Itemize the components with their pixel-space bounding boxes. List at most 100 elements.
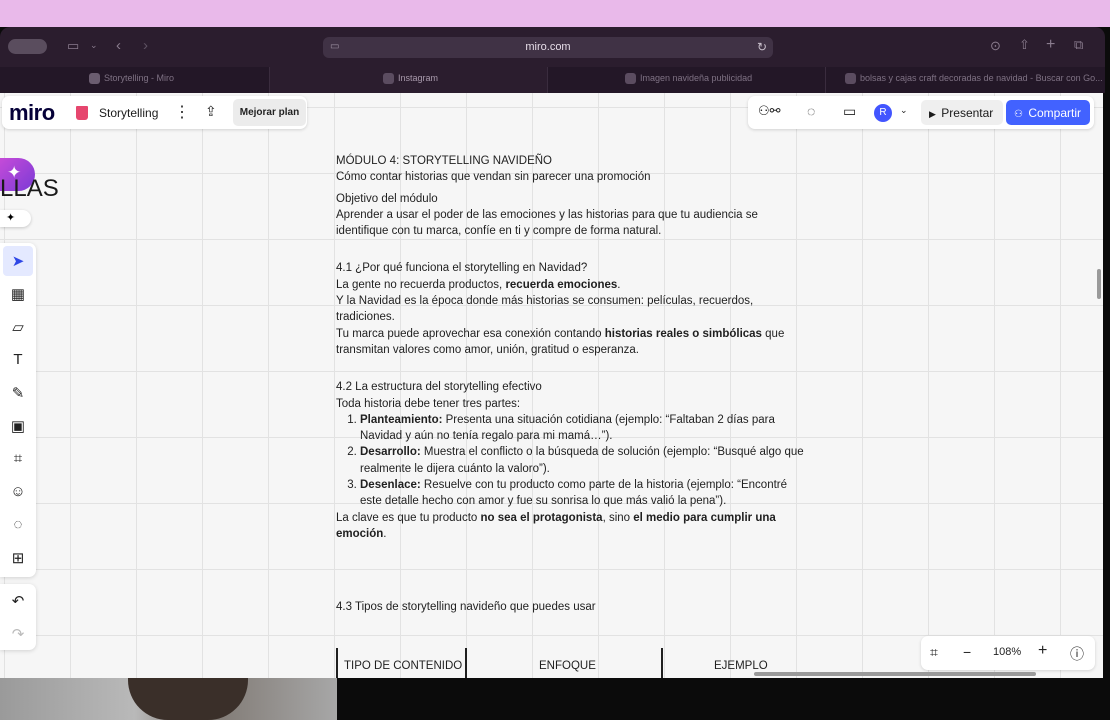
- upgrade-button[interactable]: Mejorar plan: [233, 99, 306, 126]
- objective-text: Aprender a usar el poder de las emocione…: [336, 208, 758, 221]
- board-name[interactable]: Storytelling: [99, 106, 158, 120]
- tab-storytelling[interactable]: Storytelling - Miro: [0, 67, 270, 93]
- back-icon[interactable]: ‹: [116, 37, 121, 54]
- image-favicon: [625, 73, 636, 84]
- google-favicon: [845, 73, 856, 84]
- add-icon[interactable]: ⊞: [0, 543, 36, 573]
- module-subtitle: Cómo contar historias que vendan sin par…: [336, 171, 651, 184]
- sparkle-icon: ✦: [6, 212, 16, 224]
- tab-overview-icon[interactable]: ⧉: [1074, 37, 1083, 53]
- list-item: Desarrollo: Muestra el conflicto o la bú…: [360, 444, 836, 477]
- table-border: [336, 648, 338, 678]
- tab-title: Imagen navideña publicidad: [640, 73, 753, 83]
- help-icon[interactable]: ⓘ: [1070, 644, 1084, 664]
- tab-imagen[interactable]: Imagen navideña publicidad: [548, 67, 826, 93]
- tab-google[interactable]: bolsas y cajas craft decoradas de navida…: [826, 67, 1105, 93]
- module-title: MÓDULO 4: STORYTELLING NAVIDEÑO: [336, 155, 552, 167]
- avatar[interactable]: R: [874, 104, 892, 122]
- table-header: TIPO DE CONTENIDO: [344, 660, 463, 672]
- objective-heading: Objetivo del módulo: [336, 192, 438, 205]
- paragraph: tradiciones.: [336, 311, 395, 324]
- person-head: [128, 678, 248, 720]
- miro-favicon: [89, 73, 100, 84]
- chevron-down-icon[interactable]: ⌄: [90, 40, 98, 51]
- share-icon[interactable]: ⇧: [1019, 37, 1030, 53]
- paragraph: Y la Navidad es la época donde más histo…: [336, 295, 754, 308]
- select-icon[interactable]: ➤: [3, 246, 33, 276]
- section-heading: 4.1 ¿Por qué funciona el storytelling en…: [336, 262, 588, 275]
- fit-icon[interactable]: ⌗: [930, 644, 938, 661]
- paragraph: Toda historia debe tener tres partes:: [336, 397, 521, 410]
- zoom-controls: ⌗ − 108% + ⓘ: [921, 636, 1095, 670]
- present-button[interactable]: ▶ Presentar: [921, 100, 1003, 125]
- zoom-out-icon[interactable]: −: [963, 644, 971, 660]
- text-icon[interactable]: T: [0, 345, 36, 375]
- redo-icon[interactable]: ↷: [0, 619, 36, 649]
- video-icon[interactable]: ▭: [843, 103, 856, 120]
- browser-toolbar: ▭ ⌄ ‹ › ▭ miro.com ↻ ⊙ ⇧ + ⧉ Storytellin…: [0, 27, 1105, 93]
- reactions-icon[interactable]: ⚇⚯: [758, 103, 781, 119]
- download-icon[interactable]: ⊙: [990, 38, 1001, 54]
- profile-pill[interactable]: [8, 39, 47, 54]
- list-item: Desenlace: Resuelve con tu producto como…: [360, 477, 836, 510]
- list-item: Planteamiento: Presenta una situación co…: [360, 412, 836, 445]
- crop-icon[interactable]: ⌗: [0, 444, 36, 474]
- present-label: Presentar: [941, 106, 994, 120]
- pen-icon[interactable]: ✎: [0, 378, 36, 408]
- share-button[interactable]: ⚇ Compartir: [1006, 100, 1090, 125]
- table-header: EJEMPLO: [714, 660, 768, 672]
- tab-title: bolsas y cajas craft decoradas de navida…: [860, 73, 1103, 83]
- share-label: Compartir: [1028, 106, 1081, 120]
- macos-menubar: [0, 0, 1110, 27]
- export-icon[interactable]: ⇪: [205, 103, 217, 120]
- sticker-icon[interactable]: ☺: [0, 477, 36, 507]
- users-icon: ⚇: [1014, 109, 1023, 120]
- chat-icon[interactable]: ◌: [807, 103, 815, 119]
- document-frame[interactable]: MÓDULO 4: STORYTELLING NAVIDEÑO Cómo con…: [336, 153, 836, 616]
- tab-title: Storytelling - Miro: [104, 73, 175, 83]
- table-border: [661, 648, 663, 678]
- paragraph: La gente no recuerda productos, recuerda…: [336, 278, 621, 291]
- section-heading: 4.3 Tipos de storytelling navideño que p…: [336, 601, 596, 614]
- more-menu-icon[interactable]: ⋮: [174, 102, 190, 122]
- zoom-level[interactable]: 108%: [993, 646, 1021, 658]
- history-toolbar: ↶ ↷: [0, 584, 36, 650]
- forward-icon[interactable]: ›: [143, 37, 148, 54]
- shapes-icon[interactable]: ▣: [0, 411, 36, 441]
- sticky-note-icon[interactable]: ▱: [0, 312, 36, 342]
- paragraph: emoción.: [336, 527, 387, 540]
- collab-toolbar: ⚇⚯ ◌ ▭ R ⌄ ▶ Presentar ⚇ Compartir: [748, 96, 1094, 129]
- url-text: miro.com: [525, 41, 571, 53]
- section-heading: 4.2 La estructura del storytelling efect…: [336, 381, 542, 394]
- paragraph: Tu marca puede aprovechar esa conexión c…: [336, 327, 785, 340]
- tab-bar: Storytelling - Miro Instagram Imagen nav…: [0, 67, 1105, 93]
- creation-toolbar: ➤ ▦ ▱ T ✎ ▣ ⌗ ☺ ◌ ⊞: [0, 243, 36, 577]
- play-icon: ▶: [929, 109, 936, 119]
- objective-text: identifique con tu marca, confíe en ti y…: [336, 225, 662, 238]
- instagram-favicon: [383, 73, 394, 84]
- horizontal-scrollbar[interactable]: [754, 672, 1036, 676]
- new-tab-icon[interactable]: +: [1046, 36, 1055, 54]
- reload-icon[interactable]: ↻: [757, 40, 767, 54]
- table-border: [465, 648, 467, 678]
- miro-canvas[interactable]: miro Storytelling ⋮ ⇪ Mejorar plan ⚇⚯ ◌ …: [0, 93, 1103, 678]
- tab-instagram[interactable]: Instagram: [270, 67, 548, 93]
- frame-title: LLAS: [0, 175, 59, 202]
- sidebar-icon[interactable]: ▭: [67, 38, 79, 54]
- chevron-down-icon[interactable]: ⌄: [900, 105, 908, 116]
- miro-logo[interactable]: miro: [9, 100, 55, 126]
- vertical-scrollbar[interactable]: [1097, 269, 1101, 299]
- window-edge: [1103, 93, 1110, 678]
- comment-icon[interactable]: ◌: [0, 510, 36, 540]
- board-icon: [76, 106, 88, 120]
- undo-icon[interactable]: ↶: [0, 586, 36, 616]
- ai-toggle[interactable]: ✦: [0, 210, 31, 227]
- webcam-overlay: [0, 678, 337, 720]
- address-bar[interactable]: ▭ miro.com ↻: [323, 37, 773, 58]
- board-header: miro Storytelling ⋮ ⇪ Mejorar plan: [2, 96, 307, 129]
- frame-template-icon[interactable]: ▦: [0, 279, 36, 309]
- zoom-in-icon[interactable]: +: [1038, 642, 1047, 660]
- table-header: ENFOQUE: [539, 660, 596, 672]
- steps-list: Planteamiento: Presenta una situación co…: [336, 412, 836, 510]
- paragraph: La clave es que tu producto no sea el pr…: [336, 511, 776, 524]
